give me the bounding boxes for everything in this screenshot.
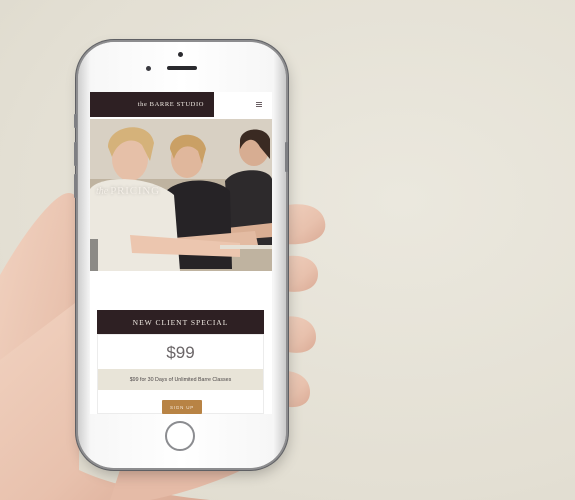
hero-title-text: PRICING (110, 185, 160, 197)
sensor-icon (146, 66, 151, 71)
power-button (285, 142, 288, 172)
site-header: the BARRE STUDIO (90, 92, 272, 117)
hamburger-menu-icon[interactable] (256, 102, 262, 107)
home-button[interactable] (165, 421, 195, 451)
volume-down-button (74, 174, 77, 198)
offer-description: $99 for 30 Days of Unlimited Barre Class… (98, 369, 263, 390)
camera-icon (178, 52, 183, 57)
speaker-grille (167, 66, 197, 70)
brand-logo[interactable]: the BARRE STUDIO (90, 92, 214, 117)
hero-title-italic: the (96, 186, 109, 197)
hero-title: the PRICING (96, 185, 160, 197)
mute-switch (74, 114, 77, 128)
price-value: $99 (166, 343, 195, 362)
volume-up-button (74, 142, 77, 166)
sign-up-button[interactable]: SIGN UP (162, 400, 202, 414)
offer-card: $99 $99 for 30 Days of Unlimited Barre C… (97, 334, 264, 414)
hero-image: the PRICING (90, 119, 272, 271)
special-heading: NEW CLIENT SPECIAL (97, 310, 264, 334)
phone-screen: the BARRE STUDIO the PRICING NEW CLIENT … (90, 92, 272, 414)
